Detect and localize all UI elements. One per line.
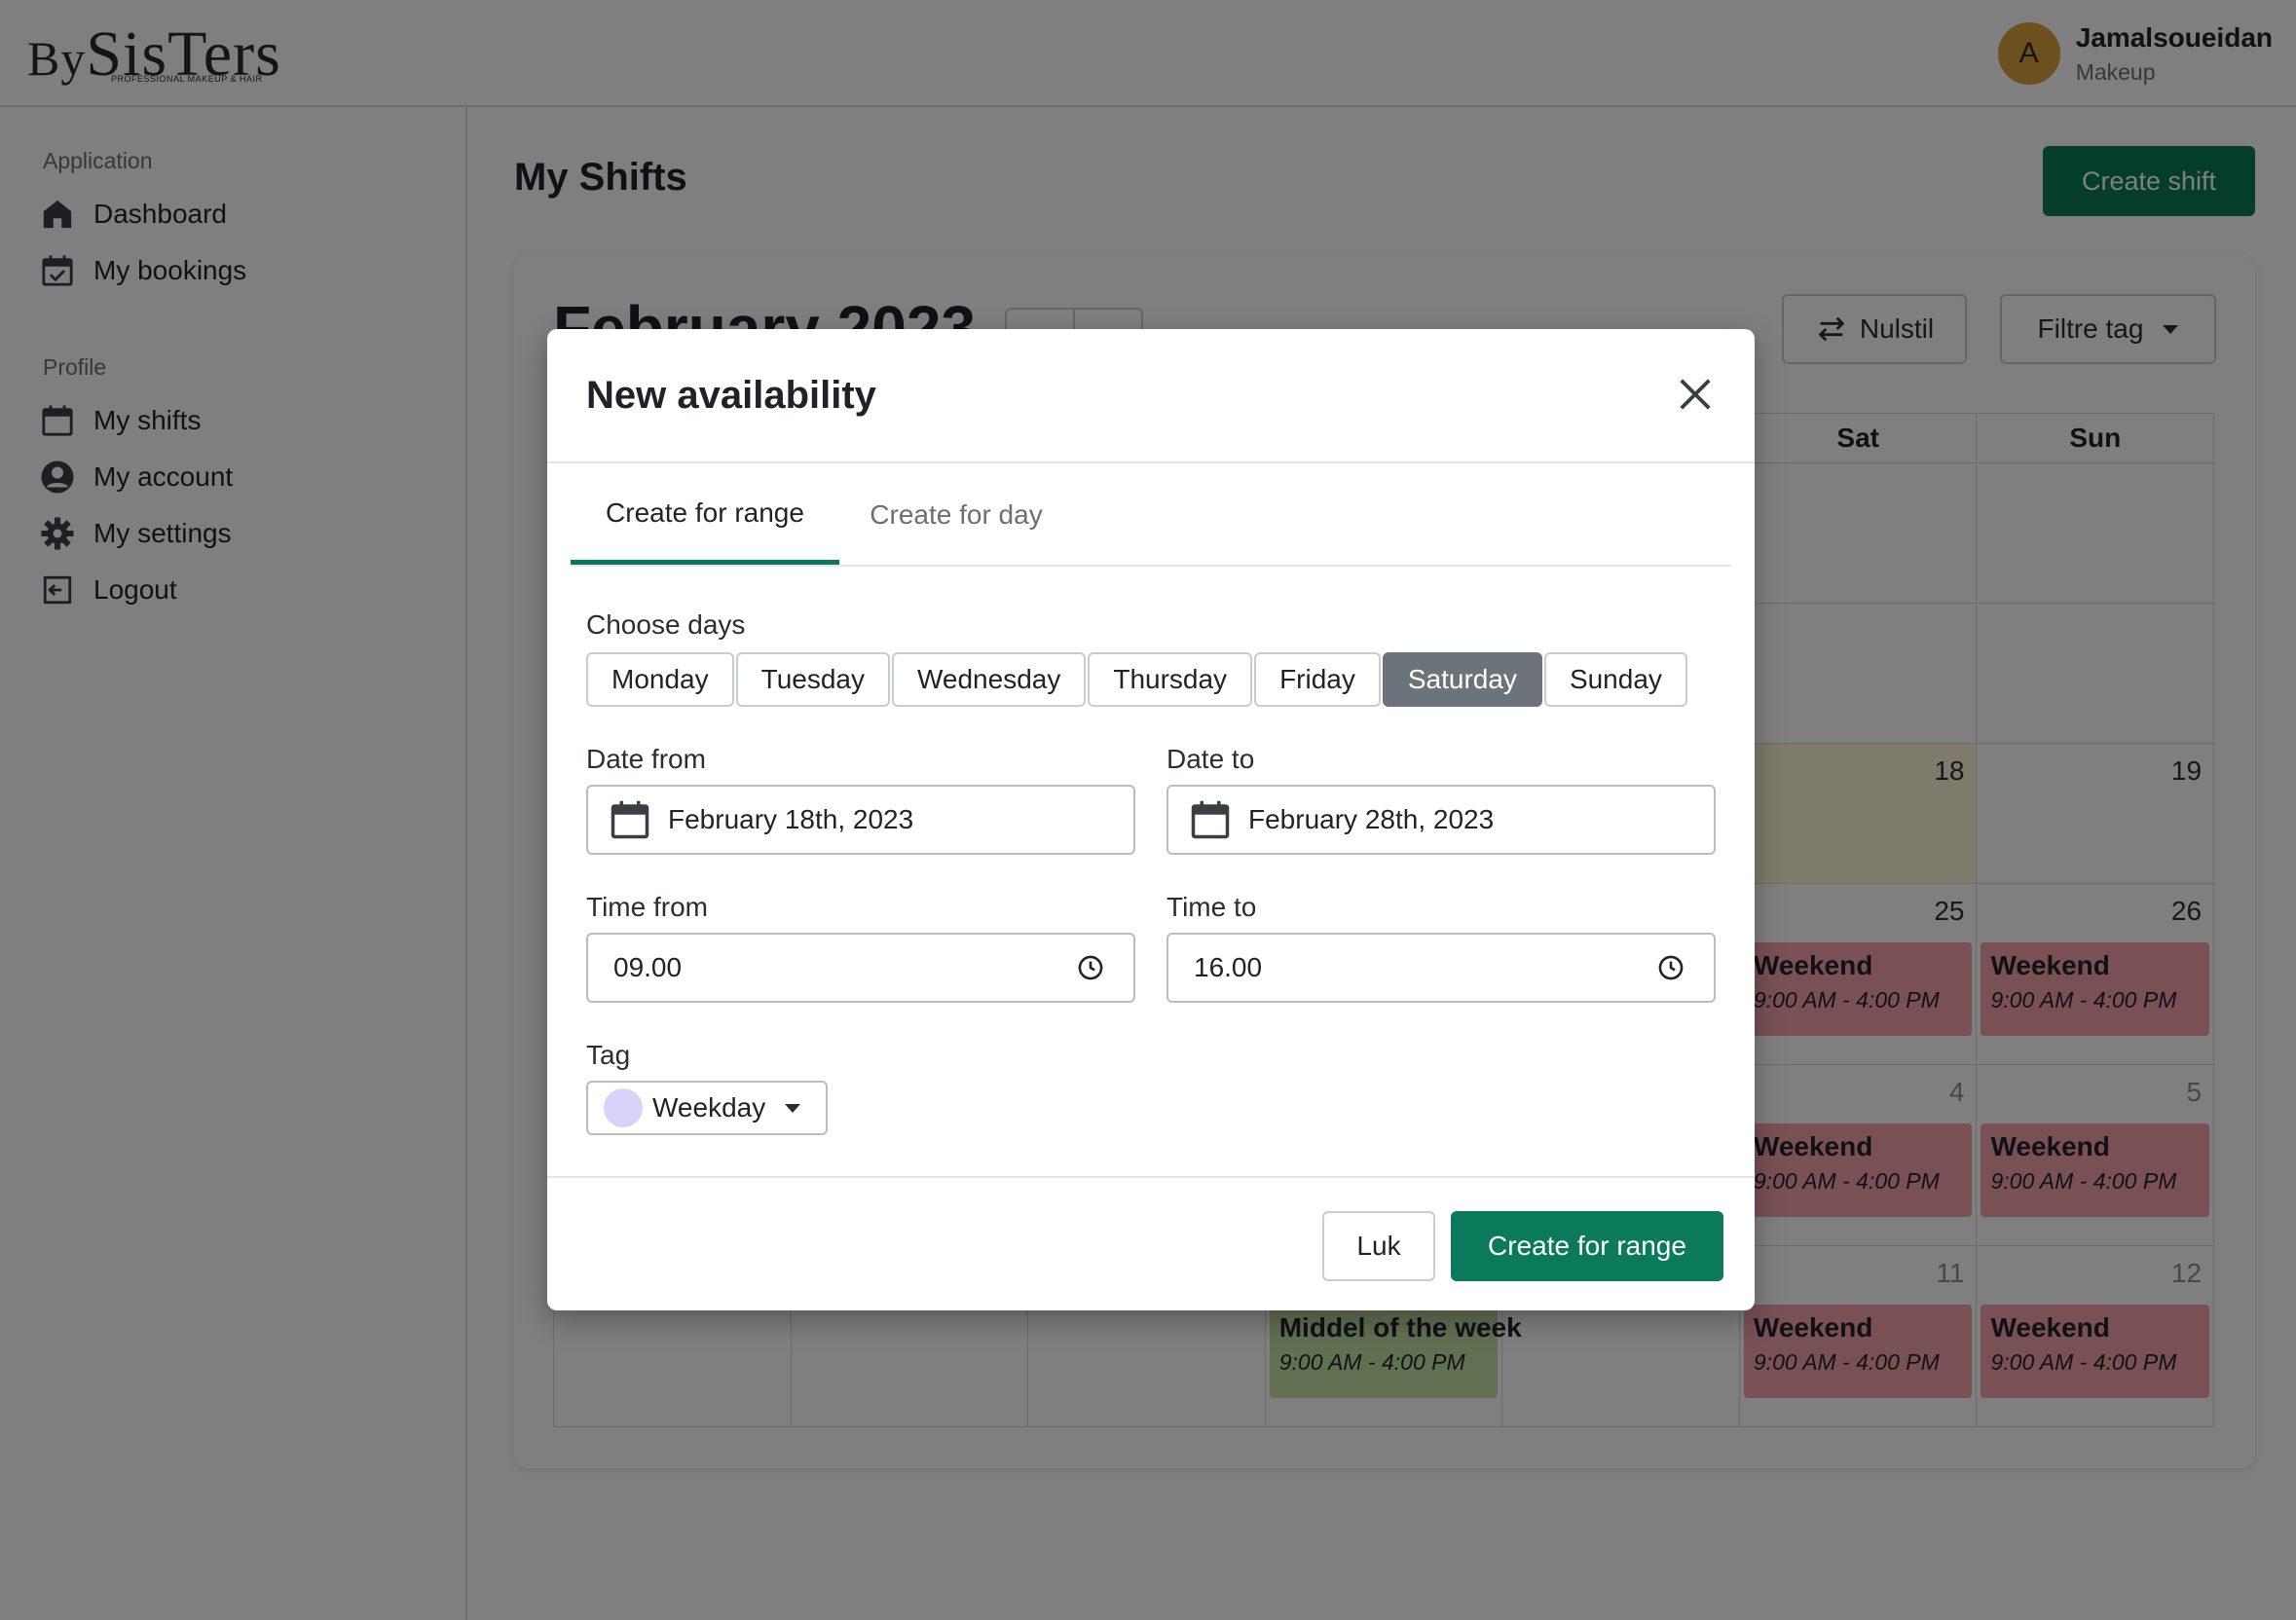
date-from-field[interactable]: February 18th, 2023 bbox=[586, 785, 1135, 855]
time-from-value: 09.00 bbox=[613, 952, 683, 982]
modal-footer: Luk Create for range bbox=[547, 1176, 1755, 1310]
day-sunday-button[interactable]: Sunday bbox=[1543, 652, 1687, 707]
caret-down-icon bbox=[785, 1103, 801, 1113]
new-availability-modal: New availability Create for range Create… bbox=[547, 329, 1755, 1310]
calendar-icon bbox=[1191, 800, 1230, 839]
time-from-field[interactable]: 09.00 bbox=[586, 933, 1135, 1003]
date-from-label: Date from bbox=[586, 744, 706, 774]
time-to-label: Time to bbox=[1167, 892, 1257, 922]
create-for-range-button[interactable]: Create for range bbox=[1451, 1211, 1723, 1281]
close-button[interactable]: Luk bbox=[1322, 1211, 1435, 1281]
day-tuesday-button[interactable]: Tuesday bbox=[735, 652, 890, 707]
day-thursday-button[interactable]: Thursday bbox=[1088, 652, 1253, 707]
day-wednesday-button[interactable]: Wednesday bbox=[891, 652, 1087, 707]
tab-create-for-range[interactable]: Create for range bbox=[571, 465, 839, 565]
time-to-field[interactable]: 16.00 bbox=[1167, 933, 1716, 1003]
tag-color-swatch bbox=[604, 1088, 643, 1127]
date-to-field[interactable]: February 28th, 2023 bbox=[1167, 785, 1716, 855]
day-friday-button[interactable]: Friday bbox=[1254, 652, 1381, 707]
clock-icon[interactable] bbox=[1657, 954, 1685, 981]
calendar-icon bbox=[611, 800, 649, 839]
choose-days-label: Choose days bbox=[586, 609, 746, 640]
time-to-value: 16.00 bbox=[1194, 952, 1263, 982]
modal-title: New availability bbox=[586, 374, 876, 417]
close-icon[interactable] bbox=[1673, 372, 1718, 417]
date-to-label: Date to bbox=[1167, 744, 1255, 774]
day-selector: Monday Tuesday Wednesday Thursday Friday… bbox=[586, 652, 1687, 707]
clock-icon[interactable] bbox=[1077, 954, 1104, 981]
modal-header: New availability bbox=[547, 329, 1755, 463]
tag-select[interactable]: Weekday bbox=[586, 1081, 828, 1135]
day-saturday-button[interactable]: Saturday bbox=[1382, 652, 1542, 707]
date-from-value: February 18th, 2023 bbox=[668, 804, 914, 834]
modal-tabs: Create for range Create for day bbox=[571, 465, 1731, 567]
time-from-label: Time from bbox=[586, 892, 708, 922]
tag-label: Tag bbox=[586, 1040, 631, 1070]
day-monday-button[interactable]: Monday bbox=[586, 652, 734, 707]
tag-value: Weekday bbox=[652, 1092, 766, 1123]
tab-create-for-day[interactable]: Create for day bbox=[859, 465, 1054, 565]
date-to-value: February 28th, 2023 bbox=[1248, 804, 1495, 834]
